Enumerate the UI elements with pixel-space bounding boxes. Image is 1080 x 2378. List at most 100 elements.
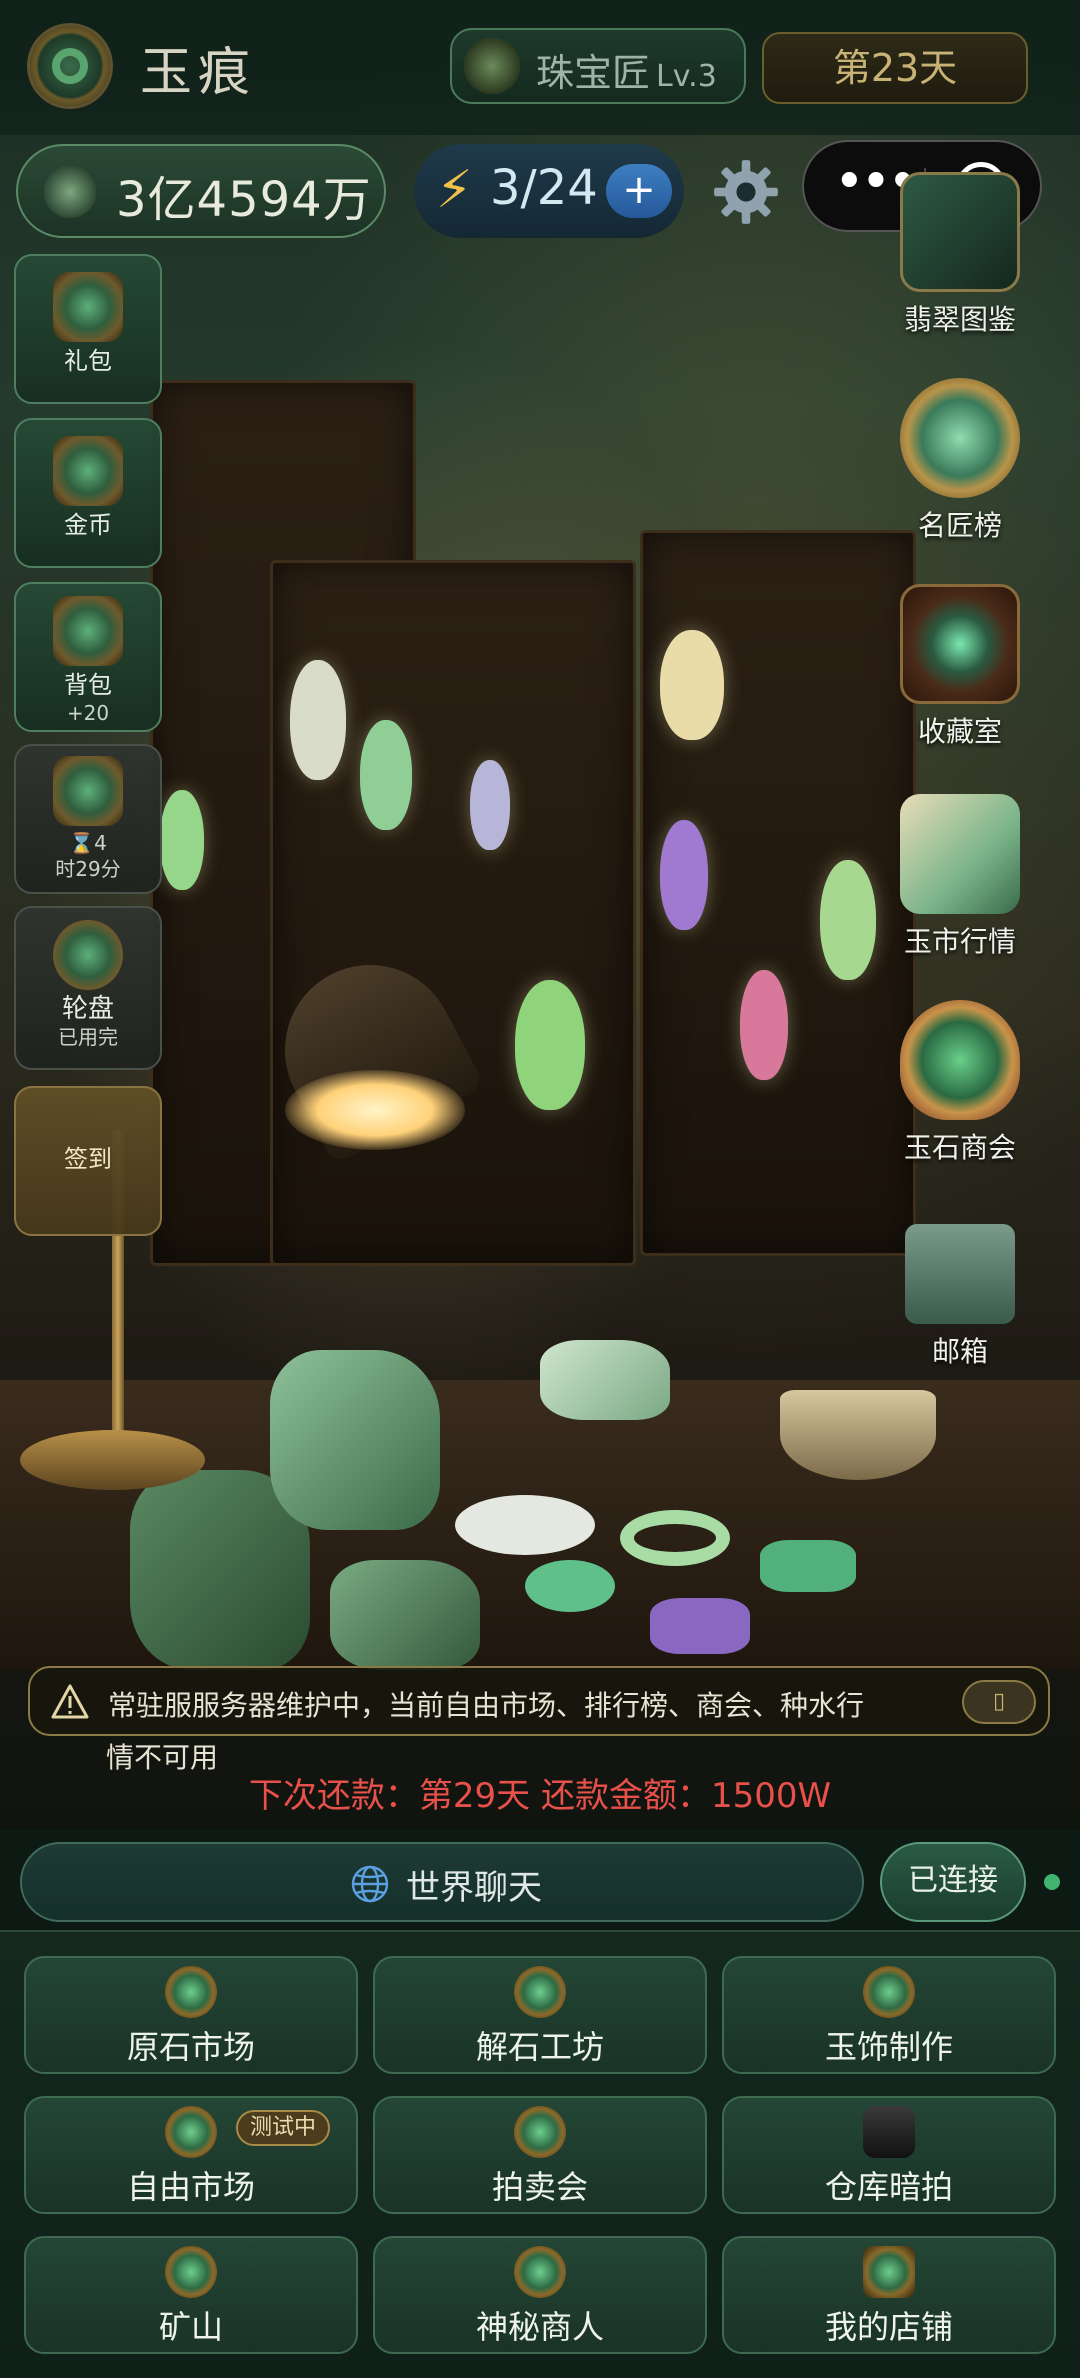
- day-counter: 第23天: [762, 32, 1028, 104]
- collection-room-button[interactable]: 收藏室: [880, 584, 1040, 750]
- top-header: 玉痕 珠宝匠 Lv.3 第23天: [0, 0, 1080, 135]
- mailbox-icon: [905, 1224, 1015, 1324]
- side-treasure-chest-button[interactable]: ⌛4 时29分: [14, 744, 162, 894]
- jade-disc: [455, 1495, 595, 1555]
- backpack-icon: [53, 596, 123, 666]
- connection-status-badge[interactable]: 已连接: [880, 1842, 1026, 1922]
- maintenance-notice: 常驻服服务器维护中，当前自由市场、排行榜、商会、种水行 ▯: [28, 1666, 1050, 1736]
- money-value: 3亿4594万: [116, 172, 372, 228]
- grid-label: 自由市场: [126, 2168, 255, 2206]
- mine-icon: [165, 2246, 217, 2298]
- side-label: 背包: [64, 671, 112, 699]
- right-menu-label: 邮箱: [931, 1335, 988, 1368]
- right-menu-label: 名匠榜: [917, 509, 1002, 542]
- jade-pendant: [740, 970, 788, 1080]
- stone-cutting-workshop-button[interactable]: 解石工坊: [373, 1956, 707, 2074]
- jade-coin-icon: [44, 166, 96, 218]
- world-chat-button[interactable]: 世界聊天: [20, 1842, 864, 1922]
- grid-label: 原石市场: [126, 2028, 255, 2066]
- jade-crafting-icon: [863, 1966, 915, 2018]
- chest-timer: 时29分: [55, 857, 121, 881]
- jade-market-trend-icon: [900, 794, 1020, 914]
- raw-jade-stone: [540, 1340, 670, 1420]
- warning-icon: [51, 1684, 89, 1719]
- side-label: 礼包: [64, 347, 112, 375]
- right-menu-label: 玉石商会: [903, 1131, 1016, 1164]
- checkin-label: 签到: [64, 1145, 112, 1173]
- jade-pendant: [660, 630, 724, 740]
- side-label: 金币: [64, 511, 112, 539]
- lamp-glow: [285, 1070, 465, 1150]
- master-ranking-icon: [900, 378, 1020, 498]
- world-chat-label: 世界聊天: [406, 1868, 542, 1908]
- collection-room-icon: [900, 584, 1020, 704]
- chest-timer-prefix: ⌛4: [69, 831, 107, 855]
- connection-status-dot: [1044, 1874, 1060, 1890]
- grid-label: 解石工坊: [475, 2028, 604, 2066]
- globe-icon: [351, 1865, 389, 1903]
- my-shop-icon: [863, 2246, 915, 2298]
- right-menu-label: 玉市行情: [903, 925, 1016, 958]
- lightning-icon: ⚡: [436, 160, 473, 220]
- lamp-base: [20, 1430, 205, 1490]
- jade-pendant: [515, 980, 585, 1110]
- warehouse-auction-button[interactable]: 仓库暗拍: [722, 2096, 1056, 2214]
- side-sublabel: 已用完: [58, 1025, 118, 1049]
- settings-gear-icon[interactable]: [712, 158, 780, 226]
- testing-badge: 测试中: [236, 2110, 331, 2146]
- grid-label: 我的店铺: [824, 2308, 953, 2346]
- notice-close-button[interactable]: ▯: [962, 1680, 1036, 1724]
- jade-catalog-button[interactable]: 翡翠图鉴: [880, 172, 1040, 338]
- roulette-icon: [53, 920, 123, 990]
- raw-stone-market-button[interactable]: 原石市场: [24, 1956, 358, 2074]
- gold-coin-icon: [53, 436, 123, 506]
- treasure-chest-icon: [53, 756, 123, 826]
- raw-jade-stone: [330, 1560, 480, 1670]
- free-market-button[interactable]: 自由市场 测试中: [24, 2096, 358, 2214]
- jade-market-trend-button[interactable]: 玉市行情: [880, 794, 1040, 960]
- raw-stone-market-icon: [165, 1966, 217, 2018]
- jade-guild-button[interactable]: 玉石商会: [880, 1000, 1040, 1166]
- add-energy-button[interactable]: +: [606, 164, 672, 218]
- jade-catalog-icon: [900, 172, 1020, 292]
- jade-piece: [760, 1540, 856, 1592]
- mailbox-button[interactable]: 邮箱: [880, 1224, 1040, 1370]
- side-roulette-button[interactable]: 轮盘 已用完: [14, 906, 162, 1070]
- side-sublabel: +20: [66, 701, 110, 725]
- jade-bangle: [620, 1510, 730, 1566]
- player-rank-badge[interactable]: 珠宝匠 Lv.3: [450, 28, 746, 104]
- mine-button[interactable]: 矿山: [24, 2236, 358, 2354]
- grid-label: 矿山: [158, 2308, 223, 2346]
- jade-pendant: [820, 860, 876, 980]
- rank-level: Lv.3: [656, 59, 717, 94]
- warehouse-auction-icon: [863, 2106, 915, 2158]
- side-checkin-button[interactable]: 签到: [14, 1086, 162, 1236]
- jade-piece: [650, 1598, 750, 1654]
- notice-message: 常驻服服务器维护中，当前自由市场、排行榜、商会、种水行: [108, 1689, 865, 1722]
- mystery-merchant-button[interactable]: 神秘商人: [373, 2236, 707, 2354]
- energy-display: ⚡ 3/24 +: [414, 144, 684, 238]
- app-title: 玉痕: [140, 43, 257, 103]
- my-shop-button[interactable]: 我的店铺: [722, 2236, 1056, 2354]
- jade-pendant: [160, 790, 204, 890]
- auction-button[interactable]: 拍卖会: [373, 2096, 707, 2214]
- jade-crafting-button[interactable]: 玉饰制作: [722, 1956, 1056, 2074]
- grid-label: 玉饰制作: [824, 2028, 953, 2066]
- avatar: [464, 38, 520, 94]
- gift-chest-icon: [53, 272, 123, 342]
- auction-icon: [514, 2106, 566, 2158]
- repayment-info: 下次还款：第29天 还款金额：1500W: [248, 1776, 832, 1816]
- side-gold-coin-button[interactable]: 金币: [14, 418, 162, 568]
- app-logo-icon[interactable]: [30, 26, 110, 106]
- jade-pendant: [290, 660, 346, 780]
- grid-label: 拍卖会: [491, 2168, 588, 2206]
- grid-label: 神秘商人: [475, 2308, 604, 2346]
- right-menu-label: 翡翠图鉴: [903, 303, 1016, 336]
- money-display[interactable]: 3亿4594万: [16, 144, 386, 238]
- stone-cutting-workshop-icon: [514, 1966, 566, 2018]
- jade-pendant: [660, 820, 708, 930]
- master-ranking-button[interactable]: 名匠榜: [880, 378, 1040, 544]
- jade-guild-icon: [900, 1000, 1020, 1120]
- side-backpack-button[interactable]: 背包 +20: [14, 582, 162, 732]
- side-gift-pack-button[interactable]: 礼包: [14, 254, 162, 404]
